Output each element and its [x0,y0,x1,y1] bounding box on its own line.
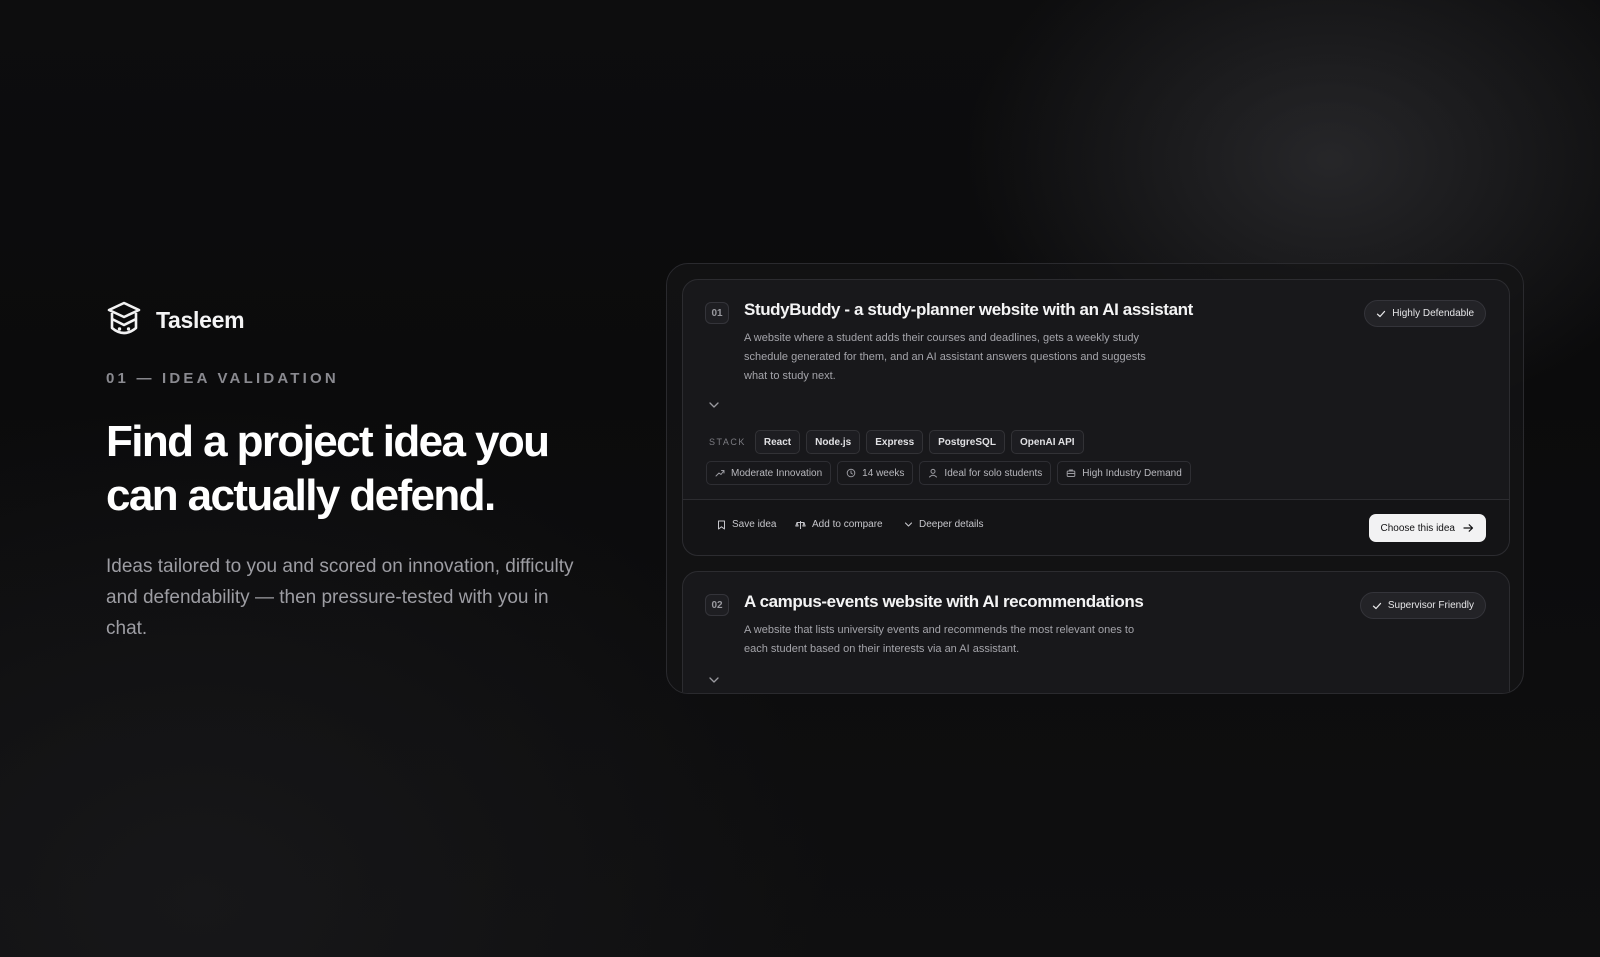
add-to-compare-button[interactable]: Add to compare [795,519,883,530]
page-headline: Find a project idea you can actually def… [106,417,550,520]
idea-number: 01 [705,302,729,324]
stack-chip: React [754,430,801,454]
meta-duration: 14 weeks [837,461,914,485]
meta-team: Ideal for solo students [919,461,1052,485]
briefcase-icon [1066,469,1076,477]
idea-number: 02 [705,594,729,616]
idea-title: A campus-events website with AI recommen… [744,592,1144,611]
arrow-right-icon [1463,524,1474,532]
chevron-down-icon [709,677,719,683]
section-eyebrow: 01 — IDEA VALIDATION [106,370,339,387]
trend-up-icon [715,470,725,477]
check-icon [1377,310,1386,317]
tech-stack: STACK React Node.js Express PostgreSQL O… [709,430,1084,454]
user-icon [929,468,938,478]
meta-demand-label: High Industry Demand [1082,467,1182,479]
stack-label: STACK [709,437,746,447]
brand[interactable]: Tasleem [106,300,586,340]
expand-toggle[interactable] [707,673,721,687]
chevron-down-icon [904,522,913,527]
bookmark-icon [718,520,725,529]
deeper-details-button[interactable]: Deeper details [904,519,983,530]
idea-card: 01 StudyBuddy - a study-planner website … [682,279,1510,556]
defendability-badge: Highly Defendable [1364,300,1486,327]
choose-idea-button[interactable]: Choose this idea [1368,514,1486,542]
meta-innovation-label: Moderate Innovation [731,467,823,479]
page-lede: Ideas tailored to you and scored on inno… [106,556,574,639]
idea-actions: Save idea Add to compare Deeper details … [683,499,1509,555]
stack-chip: OpenAI API [1010,430,1084,454]
expand-toggle[interactable] [707,398,721,412]
idea-meta: Moderate Innovation 14 weeks Ideal for s… [706,461,1191,485]
meta-demand: High Industry Demand [1057,461,1191,485]
stack-chip: Express [866,430,924,454]
brand-name: Tasleem [156,306,245,333]
meta-team-label: Ideal for solo students [944,467,1043,479]
badge-label: Supervisor Friendly [1387,600,1474,611]
choose-idea-label: Choose this idea [1380,522,1456,534]
chevron-down-icon [709,402,719,408]
supervisor-badge: Supervisor Friendly [1359,592,1486,619]
hero-section: Tasleem 01 — IDEA VALIDATION Find a proj… [106,300,586,644]
save-idea-label: Save idea [732,519,777,530]
add-to-compare-label: Add to compare [812,519,883,530]
save-idea-button[interactable]: Save idea [717,519,776,530]
scale-icon [795,520,806,529]
ideas-panel: 01 StudyBuddy - a study-planner website … [666,263,1524,694]
stack-chip: Node.js [806,430,861,454]
stack-chip: PostgreSQL [929,430,1005,454]
meta-duration-label: 14 weeks [862,467,905,479]
clock-icon [846,468,856,478]
deeper-details-label: Deeper details [919,519,984,530]
idea-description: A website that lists university events a… [744,624,1135,655]
badge-label: Highly Defendable [1392,308,1474,319]
idea-title: StudyBuddy - a study-planner website wit… [744,300,1193,319]
graduation-cap-icon [107,301,141,335]
idea-card: 02 A campus-events website with AI recom… [682,571,1510,693]
meta-innovation: Moderate Innovation [706,461,832,485]
idea-description: A website where a student adds their cou… [744,332,1146,382]
check-icon [1372,602,1381,609]
